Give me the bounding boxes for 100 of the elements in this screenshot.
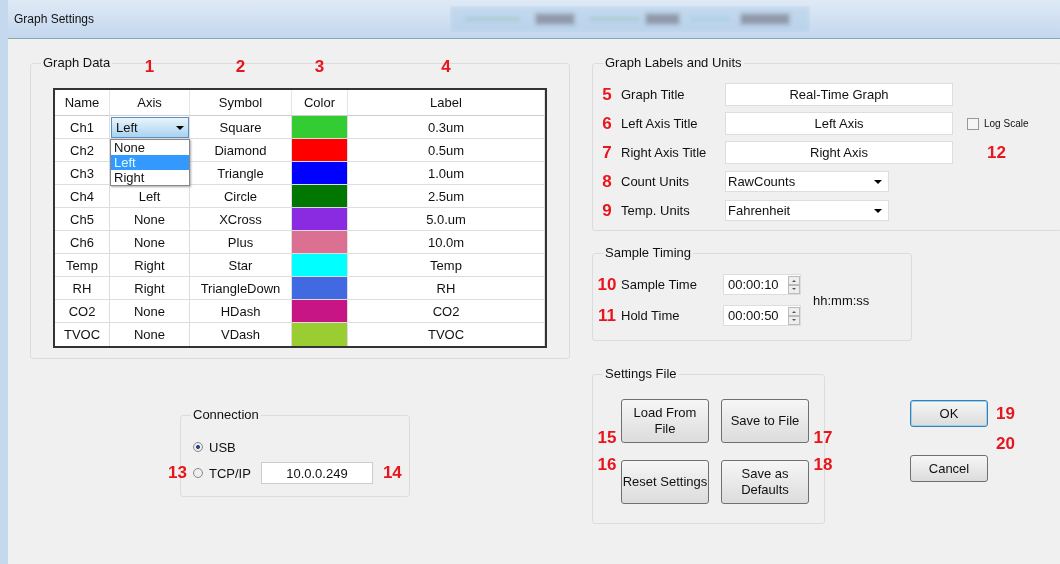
annotation-number: 17 bbox=[812, 428, 834, 448]
axis-dropdown[interactable]: Left bbox=[111, 117, 189, 138]
table-cell: 2.5um bbox=[348, 185, 545, 208]
annotation-number: 14 bbox=[382, 463, 402, 483]
annotation-number: 19 bbox=[996, 403, 1015, 424]
table-cell: 5.0.um bbox=[348, 208, 545, 231]
caret-icon bbox=[874, 179, 882, 184]
table-cell: Ch6 bbox=[55, 231, 110, 254]
table-cell: Ch2 bbox=[55, 139, 110, 162]
table-cell: RH bbox=[348, 277, 545, 300]
table-cell: 0.3um bbox=[348, 116, 545, 139]
table-cell: Temp bbox=[348, 254, 545, 277]
annotation-number: 13 bbox=[168, 463, 187, 483]
column-header: Label bbox=[430, 95, 462, 110]
color-swatch[interactable] bbox=[292, 323, 347, 346]
dropdown-option[interactable]: Right bbox=[111, 170, 189, 185]
dropdown-option[interactable]: None bbox=[111, 140, 189, 155]
annotation-number: 18 bbox=[812, 455, 834, 475]
column-header: Axis bbox=[137, 95, 162, 110]
text-field[interactable]: Right Axis bbox=[725, 141, 953, 164]
color-swatch[interactable] bbox=[292, 208, 347, 230]
text-field[interactable]: Left Axis bbox=[725, 112, 953, 135]
time-spinner-field[interactable]: 00:00:10 bbox=[723, 274, 801, 295]
group-title: Graph Data bbox=[41, 55, 113, 70]
annotation-number: 4 bbox=[441, 57, 451, 77]
annotation-number: 1 bbox=[144, 57, 155, 77]
annotation-number: 2 bbox=[235, 57, 246, 77]
table-cell: RH bbox=[55, 277, 110, 300]
field-label: Right Axis Title bbox=[621, 145, 708, 160]
color-swatch[interactable] bbox=[292, 162, 347, 184]
annotation-number: 7 bbox=[601, 142, 613, 163]
annotation-number: 3 bbox=[314, 57, 325, 77]
radio-button[interactable] bbox=[193, 442, 203, 452]
table-cell: TVOC bbox=[55, 323, 110, 346]
group-title: Sample Timing bbox=[603, 245, 693, 260]
color-swatch[interactable] bbox=[292, 116, 347, 138]
select-field[interactable]: Fahrenheit bbox=[725, 200, 889, 221]
time-format-label: hh:mm:ss bbox=[813, 292, 870, 308]
field-label: Count Units bbox=[621, 174, 690, 189]
color-swatch[interactable] bbox=[292, 139, 347, 161]
group-title: Connection bbox=[191, 407, 261, 422]
spin-arrows-icon bbox=[788, 306, 800, 325]
dialog-button[interactable]: Cancel bbox=[910, 455, 988, 482]
caret-icon bbox=[176, 125, 184, 130]
table-cell: Ch3 bbox=[55, 162, 110, 185]
annotation-number: 16 bbox=[596, 455, 618, 475]
table-cell: None bbox=[133, 211, 166, 227]
color-swatch[interactable] bbox=[292, 277, 347, 299]
radio-label: USB bbox=[209, 439, 236, 455]
color-swatch[interactable] bbox=[292, 254, 347, 276]
table-cell: Left bbox=[138, 188, 161, 204]
table-cell: Ch1 bbox=[55, 116, 110, 139]
checkbox-label: Log Scale bbox=[984, 118, 1029, 129]
annotation-number: 15 bbox=[596, 428, 618, 448]
checkbox[interactable] bbox=[967, 117, 979, 130]
table-cell: None bbox=[133, 234, 166, 250]
table-cell: 1.0um bbox=[348, 162, 545, 185]
window-title: Graph Settings bbox=[14, 12, 95, 26]
annotation-number: 5 bbox=[601, 84, 613, 105]
ip-address-field[interactable]: 10.0.0.249 bbox=[260, 462, 373, 484]
column-header: Color bbox=[303, 95, 336, 110]
table-cell: Ch4 bbox=[55, 185, 110, 208]
settings-button[interactable]: Load From File bbox=[621, 399, 709, 443]
caret-icon bbox=[874, 208, 882, 213]
settings-button[interactable]: Save to File bbox=[721, 399, 809, 443]
select-field[interactable]: RawCounts bbox=[725, 171, 889, 192]
table-cell: CO2 bbox=[348, 300, 545, 323]
color-swatch[interactable] bbox=[292, 185, 347, 207]
table-cell: TVOC bbox=[348, 323, 545, 346]
table-cell: Right bbox=[134, 257, 165, 273]
table-cell: 10.0m bbox=[348, 231, 545, 254]
annotation-number: 12 bbox=[987, 142, 1006, 163]
table-cell: 0.5um bbox=[348, 139, 545, 162]
radio-button[interactable] bbox=[193, 468, 203, 478]
field-label: Left Axis Title bbox=[621, 116, 699, 131]
settings-button[interactable]: Save as Defaults bbox=[721, 460, 809, 504]
spin-arrows-icon bbox=[788, 275, 800, 294]
field-label: Temp. Units bbox=[621, 203, 691, 218]
column-header: Name bbox=[64, 95, 100, 110]
field-label: Graph Title bbox=[621, 87, 686, 102]
annotation-number: 11 bbox=[597, 305, 617, 326]
table-cell: Temp bbox=[55, 254, 110, 277]
table-cell: None bbox=[133, 327, 166, 342]
annotation-number: 6 bbox=[601, 113, 613, 134]
annotation-number: 8 bbox=[601, 171, 613, 192]
radio-label: TCP/IP bbox=[209, 465, 251, 481]
annotation-number: 20 bbox=[996, 433, 1015, 454]
table-cell: None bbox=[133, 303, 166, 319]
group-title: Graph Labels and Units bbox=[603, 55, 744, 70]
table-cell: Ch5 bbox=[55, 208, 110, 231]
color-swatch[interactable] bbox=[292, 300, 347, 322]
table-cell: CO2 bbox=[55, 300, 110, 323]
dialog-button[interactable]: OK bbox=[910, 400, 988, 427]
table-cell: Right bbox=[134, 280, 165, 296]
settings-button[interactable]: Reset Settings bbox=[621, 460, 709, 504]
text-field[interactable]: Real-Time Graph bbox=[725, 83, 953, 106]
time-spinner-field[interactable]: 00:00:50 bbox=[723, 305, 801, 326]
field-label: Hold Time bbox=[621, 308, 681, 323]
color-swatch[interactable] bbox=[292, 231, 347, 253]
column-header: Symbol bbox=[218, 95, 263, 110]
